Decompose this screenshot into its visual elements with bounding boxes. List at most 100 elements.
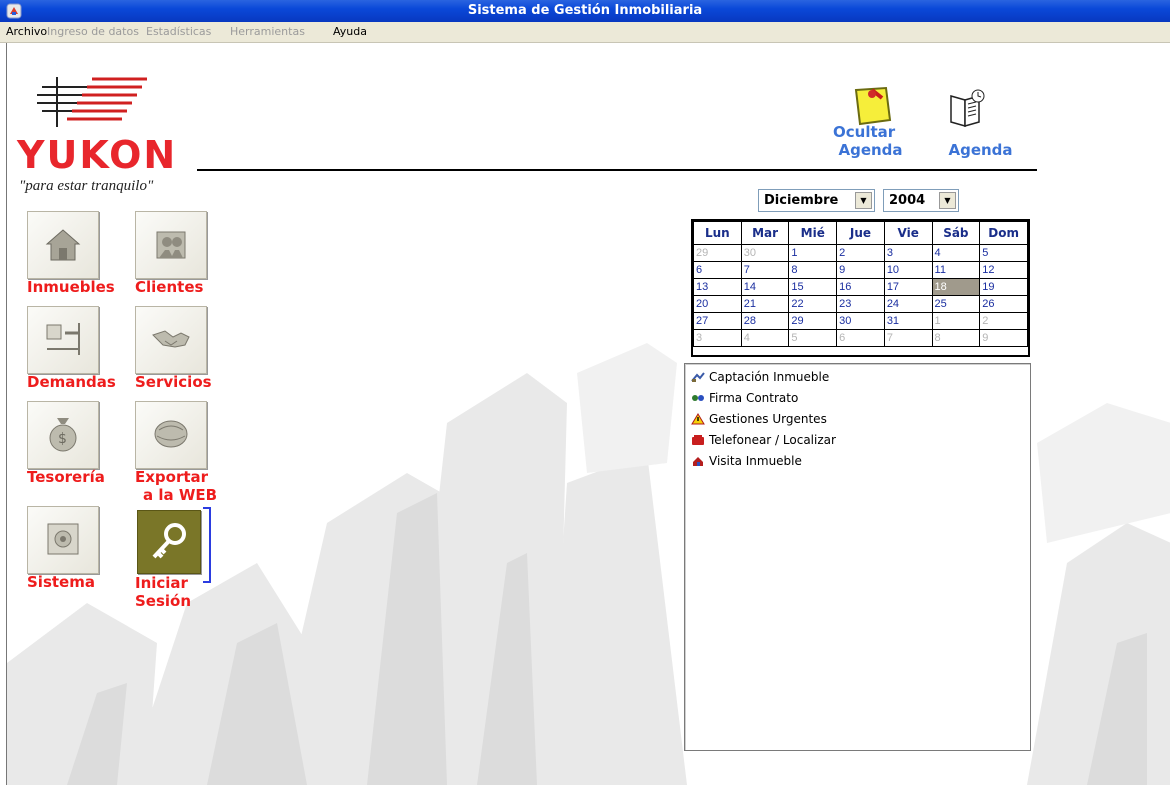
calendar-day[interactable]: 26 bbox=[979, 295, 1028, 313]
signature-icon bbox=[692, 395, 704, 401]
calendar-day[interactable]: 20 bbox=[693, 295, 742, 313]
main-area: YUKON "para estar tranquilo" Ocultar Age… bbox=[6, 43, 1170, 785]
iniciar-sesion-tile[interactable] bbox=[137, 510, 201, 574]
calendar-day[interactable]: 4 bbox=[931, 244, 981, 262]
calendar-day[interactable]: 15 bbox=[788, 278, 838, 296]
year-select[interactable]: 2004 ▼ bbox=[883, 189, 959, 212]
calendar-day[interactable]: 8 bbox=[931, 329, 981, 347]
legend-label: Firma Contrato bbox=[709, 391, 799, 405]
calendar-day[interactable]: 6 bbox=[693, 261, 742, 279]
legend-label: Captación Inmueble bbox=[709, 370, 830, 384]
calendar-day[interactable]: 31 bbox=[883, 312, 933, 330]
menu-ingreso-de-datos[interactable]: Ingreso de datos bbox=[47, 25, 139, 38]
calendar-day[interactable]: 7 bbox=[883, 329, 933, 347]
calendar-day[interactable]: 1 bbox=[788, 244, 838, 262]
calendar-day[interactable]: 19 bbox=[979, 278, 1028, 296]
legend-item[interactable]: Telefonear / Localizar bbox=[691, 433, 836, 447]
menu-ayuda[interactable]: Ayuda bbox=[333, 25, 367, 38]
calendar-day[interactable]: 5 bbox=[788, 329, 838, 347]
calendar-day[interactable]: 6 bbox=[836, 329, 885, 347]
demandas-tile[interactable] bbox=[27, 306, 99, 374]
weekday-vie: Vie bbox=[883, 221, 933, 245]
calendar-day[interactable]: 9 bbox=[979, 329, 1028, 347]
legend-label: Gestiones Urgentes bbox=[709, 412, 827, 426]
calendar-day[interactable]: 5 bbox=[979, 244, 1028, 262]
tesoreria-label: Tesorería bbox=[27, 468, 105, 486]
calendar-day[interactable]: 2 bbox=[836, 244, 885, 262]
calendar-day[interactable]: 14 bbox=[740, 278, 790, 296]
exportar-web-tile[interactable] bbox=[135, 401, 207, 469]
calendar-day[interactable]: 16 bbox=[836, 278, 885, 296]
calendar-week: 20 21 22 23 24 25 26 bbox=[693, 295, 1028, 313]
warning-icon bbox=[691, 413, 705, 425]
application-window: Sistema de Gestión Inmobiliaria Archivo … bbox=[0, 0, 1170, 785]
agenda-list[interactable]: Captación Inmueble Firma Contrato Gestio… bbox=[684, 363, 1031, 751]
legend-item[interactable]: Gestiones Urgentes bbox=[691, 412, 827, 426]
calendar-day[interactable]: 25 bbox=[931, 295, 981, 313]
capture-icon bbox=[691, 372, 705, 382]
weekday-mar: Mar bbox=[740, 221, 790, 245]
agenda-label: Agenda bbox=[948, 141, 1013, 159]
month-select[interactable]: Diciembre ▼ bbox=[758, 189, 875, 212]
calendar-day[interactable]: 29 bbox=[788, 312, 838, 330]
weekday-dom: Dom bbox=[979, 221, 1028, 245]
title-bar[interactable]: Sistema de Gestión Inmobiliaria bbox=[0, 0, 1170, 22]
calendar-week: 27 28 29 30 31 1 2 bbox=[693, 312, 1028, 330]
calendar-day[interactable]: 11 bbox=[931, 261, 981, 279]
year-value: 2004 bbox=[889, 193, 926, 208]
calendar-day[interactable]: 30 bbox=[740, 244, 790, 262]
calendar-day[interactable]: 3 bbox=[693, 329, 742, 347]
calendar-day[interactable]: 3 bbox=[883, 244, 933, 262]
calendar-day-today[interactable]: 18 bbox=[931, 278, 981, 296]
menu-archivo[interactable]: Archivo bbox=[6, 25, 47, 38]
clientes-tile[interactable] bbox=[135, 211, 207, 279]
tesoreria-tile[interactable]: $ bbox=[27, 401, 99, 469]
calendar-day[interactable]: 24 bbox=[883, 295, 933, 313]
weekday-mie: Mié bbox=[788, 221, 838, 245]
calendar-day[interactable]: 22 bbox=[788, 295, 838, 313]
menu-herramientas[interactable]: Herramientas bbox=[230, 25, 305, 38]
legend-item[interactable]: Visita Inmueble bbox=[691, 454, 802, 468]
sticky-note-icon[interactable] bbox=[852, 86, 892, 128]
exportar-web-label-1: Exportar bbox=[135, 468, 209, 486]
iniciar-sesion-label-1: Iniciar bbox=[135, 574, 188, 592]
ocultar-agenda-label-1: Ocultar bbox=[833, 123, 896, 141]
calendar-day[interactable]: 21 bbox=[740, 295, 790, 313]
calendar-day[interactable]: 29 bbox=[693, 244, 742, 262]
calendar-grid: Lun Mar Mié Jue Vie Sáb Dom 29 30 1 2 3 … bbox=[691, 219, 1030, 357]
menu-bar: Archivo Ingreso de datos Estadísticas He… bbox=[0, 22, 1170, 43]
calendar-day[interactable]: 13 bbox=[693, 278, 742, 296]
calendar-day[interactable]: 17 bbox=[883, 278, 933, 296]
calendar-week: 29 30 1 2 3 4 5 bbox=[693, 244, 1028, 262]
calendar-day[interactable]: 28 bbox=[740, 312, 790, 330]
svg-text:$: $ bbox=[58, 431, 67, 447]
ocultar-agenda-label-2: Agenda bbox=[838, 141, 903, 159]
calendar-week: 13 14 15 16 17 18 19 bbox=[693, 278, 1028, 296]
demands-icon bbox=[46, 323, 80, 355]
calendar-day[interactable]: 7 bbox=[740, 261, 790, 279]
calendar-day[interactable]: 1 bbox=[931, 312, 981, 330]
chevron-down-icon[interactable]: ▼ bbox=[939, 192, 956, 209]
handshake-icon bbox=[152, 330, 190, 348]
book-clock-icon[interactable] bbox=[947, 88, 987, 128]
calendar-day[interactable]: 27 bbox=[693, 312, 742, 330]
calendar-day[interactable]: 12 bbox=[979, 261, 1028, 279]
legend-item[interactable]: Captación Inmueble bbox=[691, 370, 829, 384]
calendar-day[interactable]: 10 bbox=[883, 261, 933, 279]
chevron-down-icon[interactable]: ▼ bbox=[855, 192, 872, 209]
calendar-day[interactable]: 9 bbox=[836, 261, 885, 279]
calendar-week: 3 4 5 6 7 8 9 bbox=[693, 329, 1028, 347]
menu-estadisticas[interactable]: Estadísticas bbox=[146, 25, 211, 38]
inmuebles-tile[interactable] bbox=[27, 211, 99, 279]
calendar-day[interactable]: 2 bbox=[979, 312, 1028, 330]
legend-item[interactable]: Firma Contrato bbox=[691, 391, 798, 405]
calendar-day[interactable]: 30 bbox=[836, 312, 885, 330]
key-icon bbox=[152, 523, 186, 559]
calendar-day[interactable]: 4 bbox=[740, 329, 790, 347]
iniciar-sesion-label-2: Sesión bbox=[135, 592, 192, 610]
window-title: Sistema de Gestión Inmobiliaria bbox=[467, 3, 703, 18]
sistema-tile[interactable] bbox=[27, 506, 99, 574]
calendar-day[interactable]: 23 bbox=[836, 295, 885, 313]
calendar-day[interactable]: 8 bbox=[788, 261, 838, 279]
servicios-tile[interactable] bbox=[135, 306, 207, 374]
